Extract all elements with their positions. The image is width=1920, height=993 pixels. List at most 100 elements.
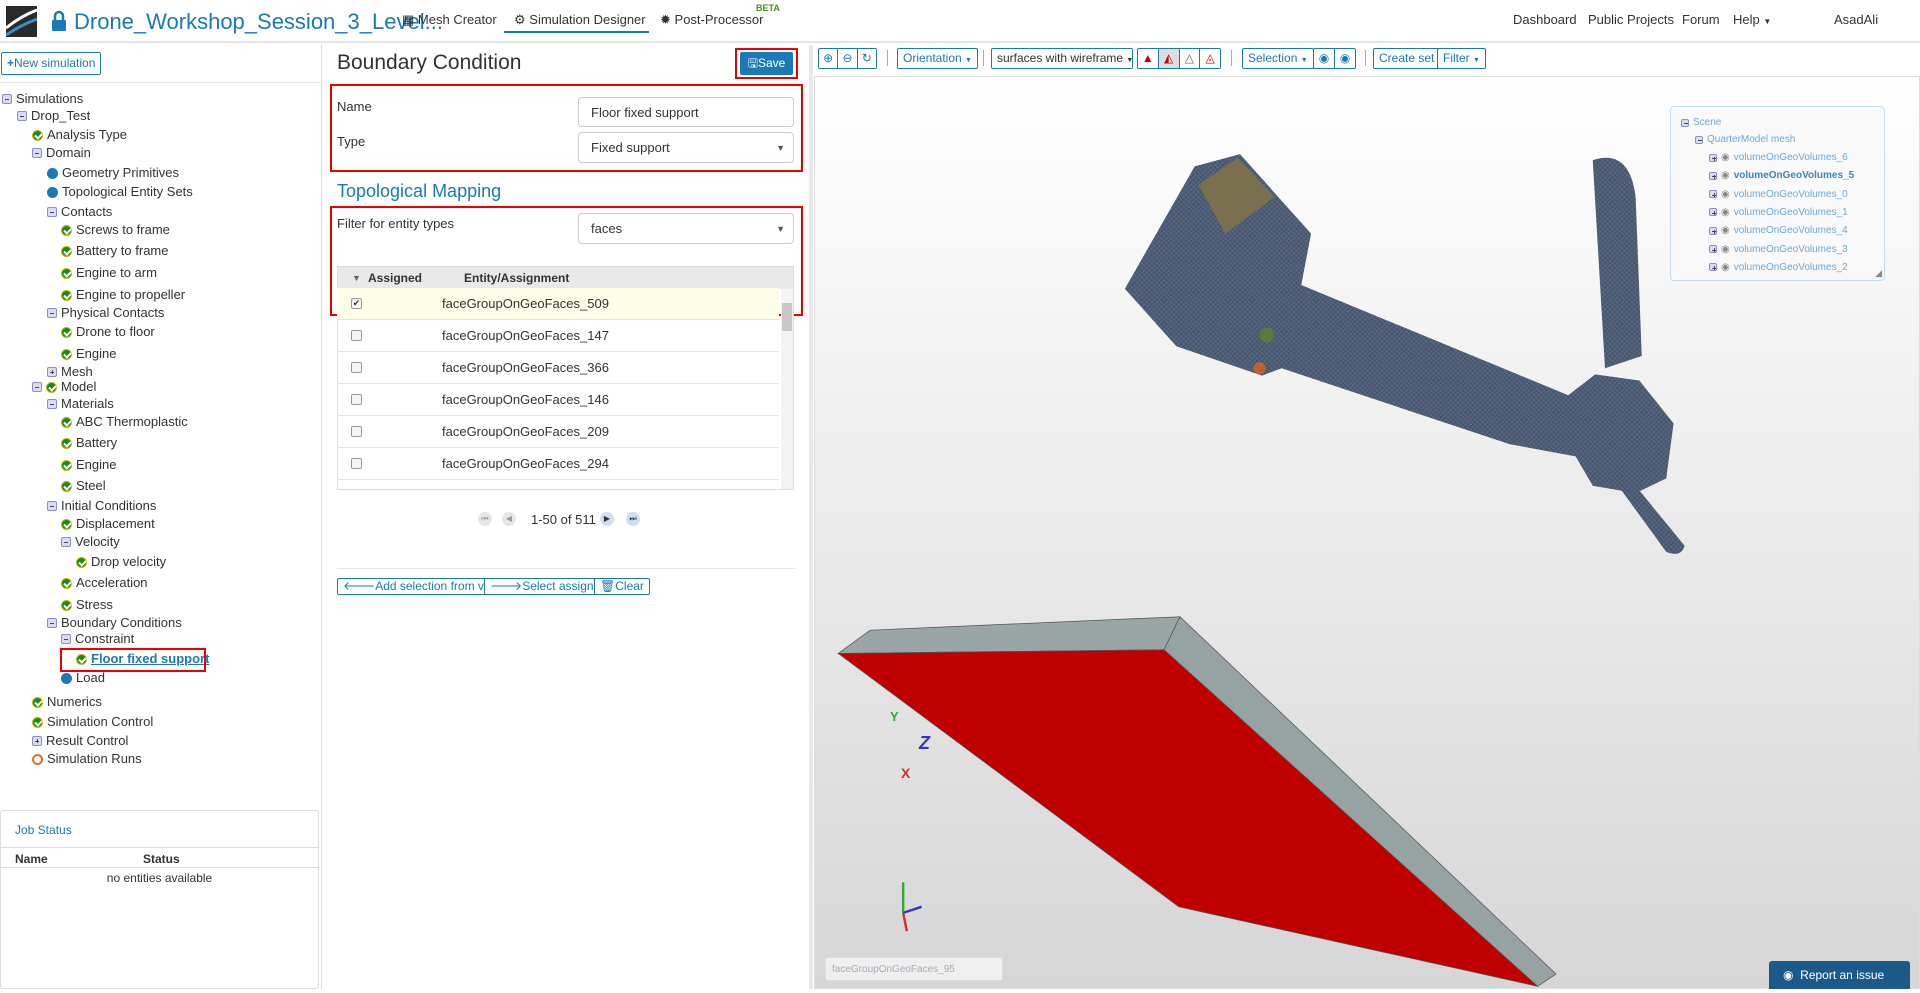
scene-volume-item[interactable]: ◉ volumeOnGeoVolumes_5 <box>1709 170 1854 181</box>
scene-volume-item[interactable]: ◉ volumeOnGeoVolumes_1 <box>1709 207 1848 218</box>
sort-desc-icon[interactable]: ▼ <box>352 267 361 289</box>
collapse-icon[interactable] <box>32 148 42 158</box>
tree-item[interactable]: Simulation Runs <box>32 750 142 768</box>
collapse-icon[interactable] <box>32 382 42 392</box>
last-page-button[interactable]: ⏭ <box>626 512 640 526</box>
expand-icon[interactable] <box>1709 171 1717 180</box>
eye-icon[interactable]: ◉ <box>1721 225 1730 236</box>
tree-item[interactable]: Initial Conditions <box>47 497 156 515</box>
scene-volume-item[interactable]: ◉ volumeOnGeoVolumes_0 <box>1709 189 1848 200</box>
tree-item[interactable]: ABC Thermoplastic <box>61 413 188 431</box>
floor-plate[interactable] <box>837 616 1557 987</box>
type-select[interactable]: Fixed support ▼ <box>578 132 794 163</box>
filter-dropdown[interactable]: Filter ▼ <box>1437 48 1486 69</box>
tree-item[interactable]: Drone to floor <box>61 323 155 341</box>
assigned-checkbox[interactable] <box>351 426 362 437</box>
scene-root[interactable]: Scene <box>1681 117 1721 128</box>
table-row[interactable]: faceGroupOnGeoFaces_366 <box>337 352 779 384</box>
assigned-face[interactable] <box>837 649 1539 987</box>
name-input[interactable]: Floor fixed support <box>578 97 794 127</box>
tree-item[interactable]: Engine to arm <box>61 264 157 282</box>
collapse-icon[interactable] <box>1695 135 1703 144</box>
collapse-icon[interactable] <box>2 94 12 104</box>
assigned-checkbox[interactable] <box>351 394 362 405</box>
table-row[interactable]: faceGroupOnGeoFaces_146 <box>337 384 779 416</box>
selection-dropdown[interactable]: Selection ▼ <box>1242 48 1314 69</box>
tree-item[interactable]: Contacts <box>47 203 112 221</box>
clear-button[interactable]: 🗑Clear <box>594 578 650 595</box>
new-simulation-button[interactable]: +New simulation <box>1 52 102 75</box>
render-mode-select[interactable]: surfaces with wireframe ▼ <box>991 48 1133 69</box>
assigned-checkbox[interactable] <box>351 362 362 373</box>
help-menu[interactable]: Help ▼ <box>1733 12 1771 27</box>
report-issue-button[interactable]: ◉ Report an issue <box>1769 961 1910 989</box>
tree-item[interactable]: Stress <box>61 596 113 614</box>
tab-mesh-creator[interactable]: ▦ Mesh Creator <box>402 12 497 28</box>
link-forum[interactable]: Forum <box>1682 12 1720 27</box>
tree-item[interactable]: Model <box>32 378 96 396</box>
entity-type-select[interactable]: faces ▼ <box>578 213 794 244</box>
tree-item[interactable]: Result Control <box>32 732 128 750</box>
tab-post-processor[interactable]: ✹ Post-Processor <box>660 12 763 28</box>
expand-icon[interactable] <box>32 736 42 746</box>
eye-icon[interactable]: ◉ <box>1721 170 1730 181</box>
link-public-projects[interactable]: Public Projects <box>1588 12 1674 27</box>
3d-viewer-canvas[interactable]: Y Z X Scene QuarterModel mesh ◉ volumeOnG… <box>814 76 1920 989</box>
eye-icon[interactable]: ◉ <box>1721 152 1730 163</box>
table-row[interactable]: faceGroupOnGeoFaces_147 <box>337 320 779 352</box>
collapse-icon[interactable] <box>47 207 57 217</box>
tree-item[interactable]: Steel <box>61 477 106 495</box>
assigned-checkbox[interactable] <box>351 330 362 341</box>
create-set-button[interactable]: Create set <box>1373 48 1441 69</box>
expand-icon[interactable] <box>1709 208 1717 217</box>
tree-item[interactable]: Engine <box>61 345 116 363</box>
tree-item[interactable]: Screws to frame <box>61 221 170 239</box>
tree-item[interactable]: Engine to propeller <box>61 286 185 304</box>
tree-item[interactable]: Velocity <box>61 533 120 551</box>
expand-icon[interactable] <box>1709 226 1717 235</box>
scene-volume-item[interactable]: ◉ volumeOnGeoVolumes_2 <box>1709 262 1848 273</box>
scene-volume-item[interactable]: ◉ volumeOnGeoVolumes_6 <box>1709 152 1848 163</box>
resize-handle[interactable]: ◢ <box>1875 268 1882 279</box>
column-entity[interactable]: Entity/Assignment <box>464 267 569 289</box>
tree-item[interactable]: Battery <box>61 434 117 452</box>
project-title[interactable]: Drone_Workshop_Session_3_Level... <box>74 9 443 35</box>
first-page-button[interactable]: ⏮ <box>478 512 492 526</box>
drone-arm-mesh[interactable] <box>1124 154 1685 554</box>
tree-item[interactable]: Displacement <box>61 515 155 533</box>
table-scrollbar[interactable] <box>781 289 793 489</box>
expand-icon[interactable] <box>1709 190 1717 199</box>
tree-item[interactable]: Drop_Test <box>17 107 90 125</box>
link-dashboard[interactable]: Dashboard <box>1513 12 1577 27</box>
orientation-dropdown[interactable]: Orientation ▼ <box>897 48 978 69</box>
eye-icon[interactable]: ◉ <box>1721 244 1730 255</box>
tree-item[interactable]: Analysis Type <box>32 126 127 144</box>
eye-icon[interactable]: ◉ <box>1721 207 1730 218</box>
expand-icon[interactable] <box>47 367 57 377</box>
collapse-icon[interactable] <box>47 618 57 628</box>
scrollbar-thumb[interactable] <box>782 303 792 331</box>
eye-icon[interactable]: ◉ <box>1335 49 1355 68</box>
tree-item[interactable]: Battery to frame <box>61 242 168 260</box>
tree-item[interactable]: Domain <box>32 144 91 162</box>
save-button[interactable]: 🖫Save <box>740 52 793 75</box>
expand-icon[interactable] <box>1709 245 1717 253</box>
table-row[interactable]: faceGroupOnGeoFaces_209 <box>337 416 779 448</box>
collapse-icon[interactable] <box>47 399 57 409</box>
scene-mesh[interactable]: QuarterModel mesh <box>1695 134 1795 145</box>
assigned-checkbox[interactable] <box>351 458 362 469</box>
collapse-icon[interactable] <box>61 634 71 644</box>
table-row[interactable]: ✔ faceGroupOnGeoFaces_509 <box>337 288 779 320</box>
user-menu[interactable]: AsadAli <box>1834 12 1878 27</box>
assigned-checkbox[interactable]: ✔ <box>351 298 362 309</box>
tab-simulation-designer[interactable]: ⚙ Simulation Designer <box>514 12 646 28</box>
tree-item[interactable]: Constraint <box>61 630 134 648</box>
zoom-in-icon[interactable]: ⊕ <box>819 49 839 68</box>
app-logo[interactable] <box>6 6 37 37</box>
tree-item[interactable]: Geometry Primitives <box>47 164 179 182</box>
eye-slash-icon[interactable]: ◉ <box>1314 49 1335 68</box>
eye-icon[interactable]: ◉ <box>1721 262 1730 273</box>
tree-item[interactable]: Simulation Control <box>32 713 153 731</box>
tree-item[interactable]: Acceleration <box>61 574 148 592</box>
tree-item[interactable]: Simulations <box>2 90 83 108</box>
